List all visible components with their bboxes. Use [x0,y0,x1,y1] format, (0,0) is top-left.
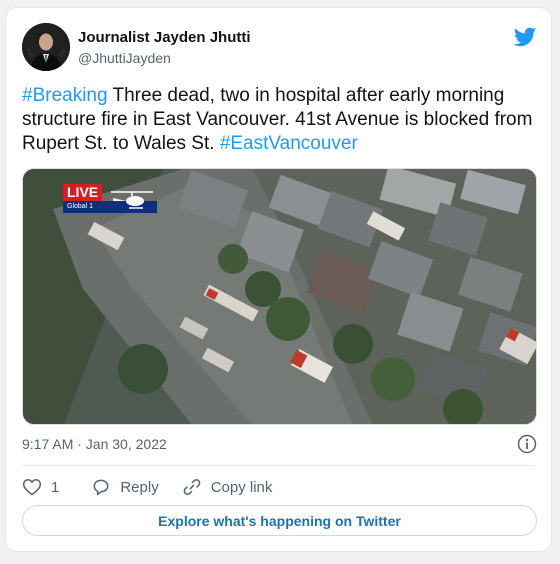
helicopter-icon [111,191,153,209]
info-icon[interactable] [517,434,537,454]
action-bar: 1 Reply Copy link [22,476,272,498]
reply-label: Reply [120,478,159,496]
like-button[interactable]: 1 [22,477,59,497]
like-count: 1 [51,478,60,496]
tweet-media[interactable]: LIVE Global 1 [22,168,537,425]
tweet-text: #Breaking Three dead, two in hospital af… [22,84,542,156]
avatar[interactable] [22,23,70,71]
copy-link-label: Copy link [210,478,273,496]
heart-icon [22,478,42,496]
tweet-timestamp[interactable]: 9:17 AM · Jan 30, 2022 [22,436,167,452]
divider [22,465,535,466]
hashtag-eastvancouver[interactable]: #EastVancouver [220,133,358,154]
reply-icon [93,479,109,496]
broadcast-badge: LIVE Global 1 [63,184,165,214]
twitter-bird-icon[interactable] [513,25,537,49]
author-name[interactable]: Journalist Jayden Jhutti [78,29,251,46]
explore-twitter-button[interactable]: Explore what's happening on Twitter [22,505,537,536]
tweet-card: Journalist Jayden Jhutti @JhuttiJayden #… [5,7,552,552]
live-label: LIVE [63,184,103,201]
link-icon [183,479,201,495]
hashtag-breaking[interactable]: #Breaking [22,85,108,106]
reply-button[interactable]: Reply [91,477,159,497]
author-handle[interactable]: @JhuttiJayden [78,50,171,66]
copy-link-button[interactable]: Copy link [182,477,273,497]
